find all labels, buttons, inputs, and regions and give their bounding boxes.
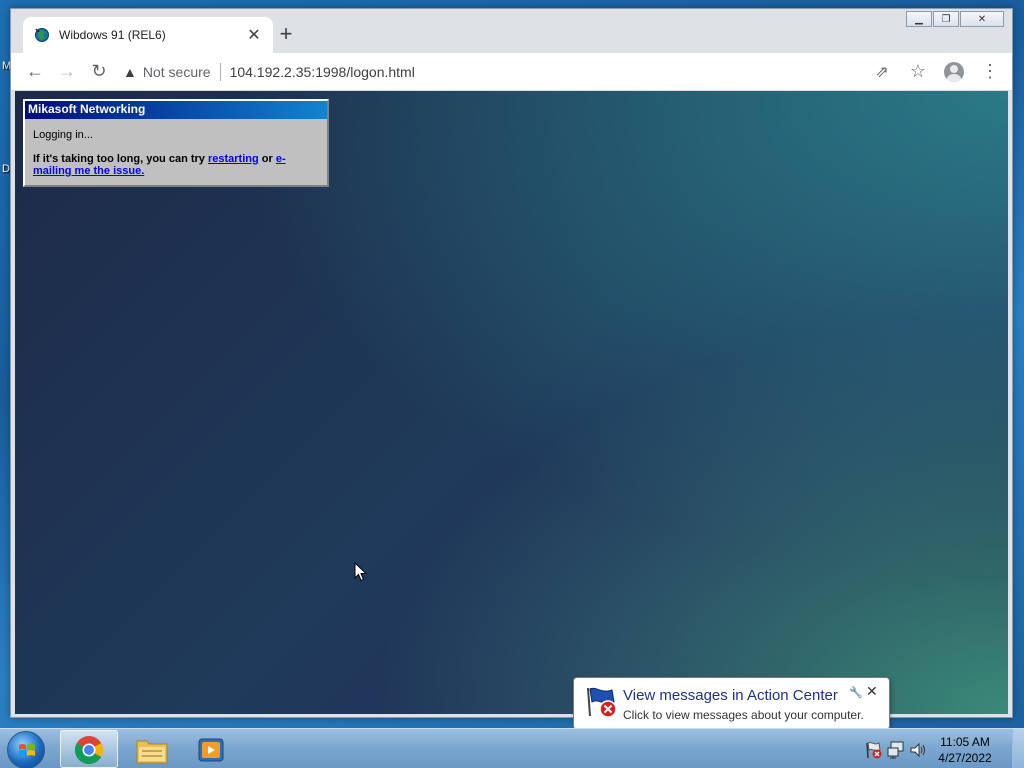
browser-toolbar: ← → ↻ ▲ Not secure 104.192.2.35:1998/log… <box>11 53 1012 91</box>
close-notification-icon[interactable]: ✕ <box>866 683 878 700</box>
action-center-notification[interactable]: View messages in Action Center Click to … <box>573 677 890 742</box>
clock-date: 4/27/2022 <box>938 751 992 765</box>
action-center-flag-icon <box>587 687 617 718</box>
omnibox-divider <box>219 62 221 81</box>
bookmark-star-icon[interactable]: ☆ <box>902 56 934 88</box>
chrome-taskbar-button[interactable] <box>60 730 118 768</box>
show-desktop-button[interactable] <box>1012 729 1024 768</box>
notification-subtitle[interactable]: Click to view messages about your comput… <box>623 708 864 722</box>
chrome-icon <box>75 736 103 764</box>
dialog-title: Mikasoft Networking <box>25 101 327 119</box>
warning-icon[interactable]: ▲ <box>123 64 137 80</box>
profile-button[interactable] <box>938 56 970 88</box>
tab-strip: Wibdows 91 (REL6) ✕ + ▁ ❐ ✕ <box>11 9 1012 53</box>
help-text: If it's taking too long, you can try res… <box>33 153 319 177</box>
explorer-taskbar-button[interactable] <box>124 730 182 768</box>
back-icon[interactable]: ← <box>19 56 51 88</box>
tab-title: Wibdows 91 (REL6) <box>59 28 166 42</box>
reload-icon[interactable]: ↻ <box>83 56 115 88</box>
address-bar[interactable]: ▲ Not secure 104.192.2.35:1998/logon.htm… <box>115 57 866 87</box>
help-middle: or <box>258 153 276 165</box>
page-viewport: Mikasoft Networking Logging in... If it'… <box>15 91 1008 714</box>
volume-icon[interactable] <box>909 741 927 759</box>
dialog-body: Logging in... If it's taking too long, y… <box>25 119 327 187</box>
clock-time: 11:05 AM <box>940 735 990 749</box>
browser-window: Wibdows 91 (REL6) ✕ + ▁ ❐ ✕ ← → ↻ ▲ Not … <box>10 8 1013 718</box>
windows-logo-icon <box>19 744 35 756</box>
tab-active[interactable]: Wibdows 91 (REL6) ✕ <box>23 17 273 53</box>
security-status[interactable]: Not secure <box>143 64 211 80</box>
media-player-icon <box>198 738 224 762</box>
options-icon[interactable]: 🔧 <box>849 686 863 699</box>
help-prefix: If it's taking too long, you can try <box>33 153 208 165</box>
close-window-button[interactable]: ✕ <box>960 11 1004 27</box>
login-status: Logging in... <box>33 129 93 141</box>
restart-link[interactable]: restarting <box>208 153 259 165</box>
media-player-taskbar-button[interactable] <box>184 730 242 768</box>
notification-title[interactable]: View messages in Action Center <box>623 687 838 704</box>
restore-button[interactable]: ❐ <box>933 11 959 27</box>
system-tray: 11:05 AM 4/27/2022 <box>854 729 1024 768</box>
minimize-button[interactable]: ▁ <box>906 11 932 27</box>
action-center-icon[interactable] <box>865 741 883 759</box>
folder-icon <box>136 740 168 764</box>
taskbar: 11:05 AM 4/27/2022 <box>0 728 1024 768</box>
url-text[interactable]: 104.192.2.35:1998/logon.html <box>230 64 415 80</box>
close-tab-icon[interactable]: ✕ <box>245 25 263 45</box>
share-icon[interactable]: ⇗ <box>866 56 898 88</box>
profile-icon <box>944 61 964 82</box>
globe-icon <box>33 26 51 44</box>
menu-kebab-icon[interactable]: ⋮ <box>974 56 1006 88</box>
networking-dialog: Mikasoft Networking Logging in... If it'… <box>23 99 329 187</box>
clock[interactable]: 11:05 AM 4/27/2022 <box>930 734 1000 766</box>
toolbar-actions: ⇗ ☆ ⋮ <box>866 56 1006 88</box>
window-controls: ▁ ❐ ✕ <box>906 11 1004 27</box>
desktop-icon-label-fragment[interactable]: D <box>2 163 10 175</box>
new-tab-button[interactable]: + <box>274 23 298 47</box>
network-icon[interactable] <box>887 741 905 759</box>
mouse-cursor-icon <box>354 562 368 582</box>
start-button[interactable] <box>7 731 45 768</box>
forward-icon[interactable]: → <box>51 56 83 88</box>
